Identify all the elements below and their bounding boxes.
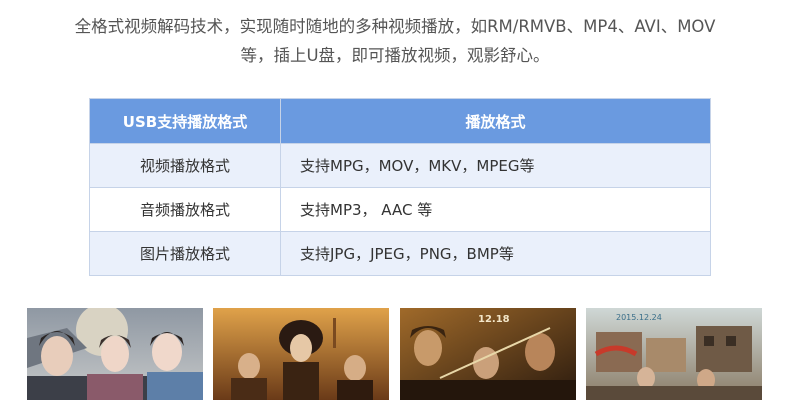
row-value-video: 支持MPG，MOV，MKV，MPEG等 (280, 143, 711, 188)
row-value-audio: 支持MP3， AAC 等 (280, 187, 711, 232)
table-row: 图片播放格式 支持JPG，JPEG，PNG，BMP等 (89, 231, 711, 276)
header-play-formats: 播放格式 (280, 98, 711, 144)
table-row: 音频播放格式 支持MP3， AAC 等 (89, 187, 711, 232)
table-header-row: USB支持播放格式 播放格式 (89, 98, 711, 144)
row-label-image: 图片播放格式 (89, 231, 281, 276)
header-usb-formats: USB支持播放格式 (89, 98, 281, 144)
poster-4-image: 2015.12.24 (586, 308, 762, 400)
row-label-video: 视频播放格式 (89, 143, 281, 188)
intro-text: 全格式视频解码技术，实现随时随地的多种视频播放，如RM/RMVB、MP4、AVI… (0, 12, 790, 70)
intro-line-1: 全格式视频解码技术，实现随时随地的多种视频播放，如RM/RMVB、MP4、AVI… (74, 17, 716, 36)
format-table: USB支持播放格式 播放格式 视频播放格式 支持MPG，MOV，MKV，MPEG… (89, 98, 711, 276)
poster-3-image: 12.18 (400, 308, 576, 400)
poster-1-image (27, 308, 203, 400)
row-value-image: 支持JPG，JPEG，PNG，BMP等 (280, 231, 711, 276)
intro-line-2: 等，插上U盘，即可播放视频，观影舒心。 (240, 46, 550, 65)
poster-3-date: 12.18 (478, 314, 510, 325)
poster-strip: 12.18 2015.12.24 (0, 308, 790, 400)
table-row: 视频播放格式 支持MPG，MOV，MKV，MPEG等 (89, 143, 711, 188)
row-label-audio: 音频播放格式 (89, 187, 281, 232)
poster-2-image (213, 308, 389, 400)
poster-4-date: 2015.12.24 (616, 313, 662, 322)
